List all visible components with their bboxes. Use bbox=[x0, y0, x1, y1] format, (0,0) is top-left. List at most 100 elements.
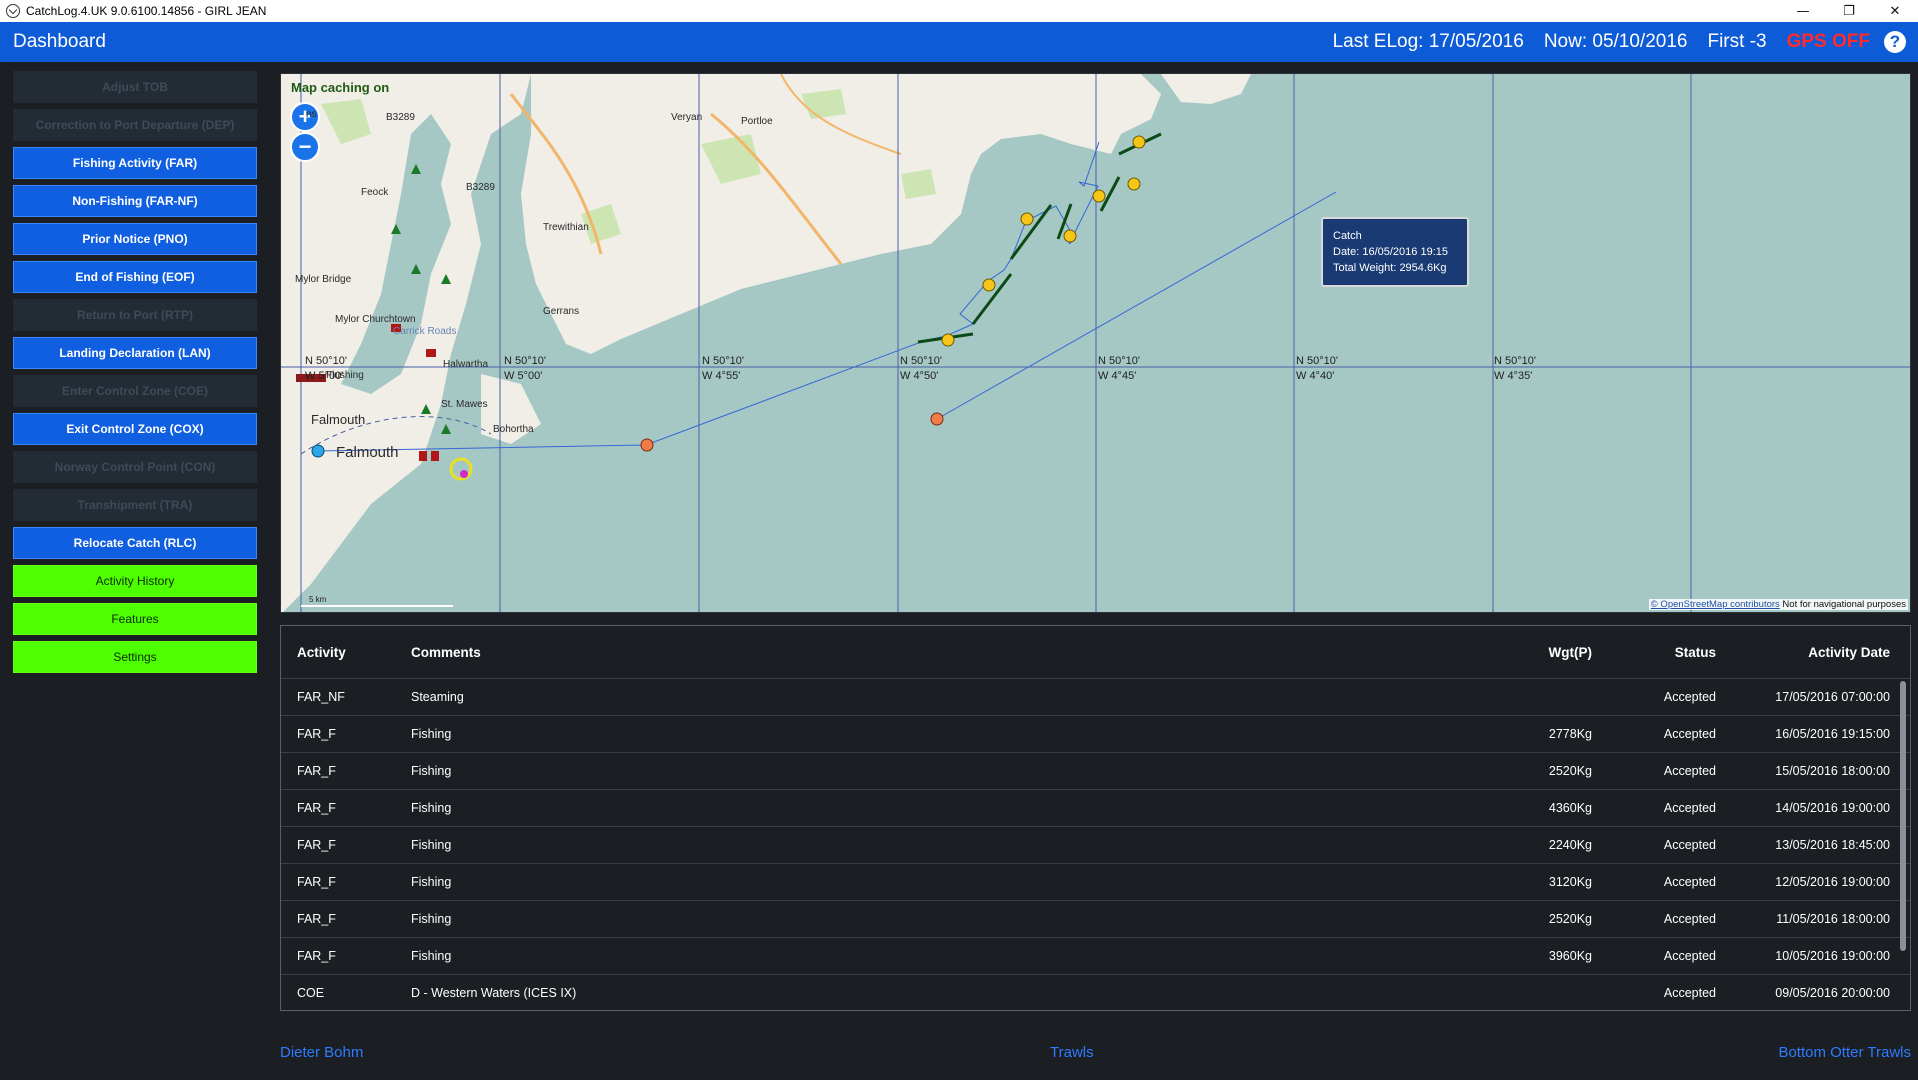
cell-status: Accepted bbox=[1663, 690, 1716, 704]
grid-label: N 50°10' W 4°55' bbox=[702, 355, 744, 382]
col-activity-header[interactable]: Activity bbox=[281, 645, 411, 660]
table-row[interactable]: COE D - Western Waters (ICES IX) Accepted 0… bbox=[281, 974, 1910, 1011]
tooltip-date: Date: 16/05/2016 19:15 bbox=[1333, 246, 1448, 258]
start-marker bbox=[311, 444, 325, 458]
features-button[interactable]: Features bbox=[13, 603, 257, 635]
cell-date: 11/05/2016 18:00:00 bbox=[1776, 912, 1890, 926]
gear-detail-label: Bottom Otter Trawls bbox=[1778, 1044, 1911, 1061]
map-view[interactable]: Map caching on + − B3289 B3289 Veryan Po… bbox=[280, 73, 1911, 613]
cell-date: 16/05/2016 19:15:00 bbox=[1775, 727, 1890, 741]
cell-activity: FAR_F bbox=[297, 801, 336, 815]
page-title: Dashboard bbox=[13, 31, 106, 52]
fishing-activity-button[interactable]: Fishing Activity (FAR) bbox=[13, 147, 257, 179]
table-row[interactable]: FAR_F Fishing 2520Kg Accepted 15/05/2016 18:… bbox=[281, 752, 1910, 789]
map-place-label: St. Mawes bbox=[441, 399, 488, 410]
table-row[interactable]: FAR_NF Steaming Accepted 17/05/2016 07:00:0… bbox=[281, 678, 1910, 715]
map-place-label: Bohortha bbox=[493, 424, 534, 435]
map-place-label: B3289 bbox=[386, 112, 415, 123]
settings-button[interactable]: Settings bbox=[13, 641, 257, 673]
first-label: First -3 bbox=[1707, 31, 1767, 52]
map-place-label: Trewithian bbox=[543, 222, 589, 233]
help-icon[interactable]: ? bbox=[1884, 31, 1906, 53]
col-status-header[interactable]: Status bbox=[1592, 645, 1716, 660]
grid-label: N 50°10' W 4°45' bbox=[1098, 355, 1140, 382]
map-attribution: © OpenStreetMap contributors Not for nav… bbox=[1648, 599, 1908, 610]
cell-comments: Fishing bbox=[411, 727, 452, 741]
table-row[interactable]: FAR_F Fishing 3120Kg Accepted 12/05/2016 19:… bbox=[281, 863, 1910, 900]
grid-label: N 50°10' W 5°00' bbox=[504, 355, 546, 382]
map-place-label: B3289 bbox=[466, 182, 495, 193]
non-fishing-button[interactable]: Non-Fishing (FAR-NF) bbox=[13, 185, 257, 217]
map-place-label: Falmouth bbox=[336, 444, 399, 461]
table-row[interactable]: FAR_F Fishing 4360Kg Accepted 14/05/2016 19:… bbox=[281, 789, 1910, 826]
cell-activity: FAR_F bbox=[297, 764, 336, 778]
close-button[interactable]: ✕ bbox=[1872, 0, 1918, 22]
cell-date: 17/05/2016 07:00:00 bbox=[1775, 690, 1890, 704]
cell-status: Accepted bbox=[1663, 949, 1716, 963]
footer: Dieter Bohm Trawls Bottom Otter Trawls bbox=[280, 1044, 1911, 1064]
grid-label: N 50°10' W 4°40' bbox=[1296, 355, 1338, 382]
lat-lon-grid bbox=[281, 74, 1910, 612]
gear-type-label: Trawls bbox=[1050, 1044, 1094, 1061]
zoom-out-button[interactable]: − bbox=[290, 132, 320, 162]
cell-date: 13/05/2016 18:45:00 bbox=[1775, 838, 1890, 852]
last-elog-label: Last ELog: 17/05/2016 bbox=[1332, 31, 1524, 52]
cell-wgt: 2240Kg bbox=[1548, 838, 1592, 852]
prior-notice-button[interactable]: Prior Notice (PNO) bbox=[13, 223, 257, 255]
cell-wgt: 3960Kg bbox=[1548, 949, 1592, 963]
cell-wgt: 3120Kg bbox=[1548, 875, 1592, 889]
cell-comments: Fishing bbox=[411, 949, 452, 963]
grid-label: N 50°10' W 4°35' bbox=[1494, 355, 1536, 382]
col-comments-header[interactable]: Comments bbox=[411, 645, 1472, 660]
osm-attribution-link[interactable]: © OpenStreetMap contributors bbox=[1651, 599, 1780, 610]
cell-comments: Fishing bbox=[411, 838, 452, 852]
map-place-label: Carrick Roads bbox=[393, 326, 457, 337]
nav-disclaimer: Not for navigational purposes bbox=[1779, 599, 1906, 610]
landing-declaration-button[interactable]: Landing Declaration (LAN) bbox=[13, 337, 257, 369]
correction-port-departure-button: Correction to Port Departure (DEP) bbox=[13, 109, 257, 141]
land-roseland bbox=[521, 74, 1161, 354]
table-scrollbar[interactable] bbox=[1900, 681, 1906, 951]
app-logo-icon bbox=[6, 4, 20, 18]
cell-activity: FAR_F bbox=[297, 727, 336, 741]
grid-label: N 50°10' W 4°50' bbox=[900, 355, 942, 382]
table-row[interactable]: FAR_F Fishing 3960Kg Accepted 10/05/2016 19:… bbox=[281, 937, 1910, 974]
table-row[interactable]: FAR_F Fishing 2778Kg Accepted 16/05/2016 19:… bbox=[281, 715, 1910, 752]
cell-comments: Steaming bbox=[411, 690, 464, 704]
table-row[interactable]: FAR_F Fishing 2240Kg Accepted 13/05/2016 18:… bbox=[281, 826, 1910, 863]
cell-wgt: 2520Kg bbox=[1548, 764, 1592, 778]
col-wgt-header[interactable]: Wgt(P) bbox=[1472, 645, 1592, 660]
sidebar: Adjust TOB Correction to Port Departure … bbox=[13, 71, 257, 679]
cell-comments: D - Western Waters (ICES IX) bbox=[411, 986, 577, 1000]
minimize-button[interactable]: — bbox=[1780, 0, 1826, 22]
cell-activity: FAR_NF bbox=[297, 690, 345, 704]
return-to-port-button: Return to Port (RTP) bbox=[13, 299, 257, 331]
relocate-catch-button[interactable]: Relocate Catch (RLC) bbox=[13, 527, 257, 559]
gps-status: GPS OFF bbox=[1786, 31, 1870, 52]
map-place-label: Falmouth bbox=[311, 412, 366, 427]
restore-button[interactable]: ❐ bbox=[1826, 0, 1872, 22]
cell-comments: Fishing bbox=[411, 912, 452, 926]
cell-status: Accepted bbox=[1663, 838, 1716, 852]
window-title: CatchLog.4.UK 9.0.6100.14856 - GIRL JEAN bbox=[26, 4, 267, 18]
window-controls: — ❐ ✕ bbox=[1780, 0, 1918, 22]
map-place-label: Halwartha bbox=[443, 359, 489, 370]
map-place-label: Portloe bbox=[741, 116, 773, 127]
app-header: Dashboard Last ELog: 17/05/2016 Now: 05/… bbox=[0, 22, 1918, 62]
cell-date: 10/05/2016 19:00:00 bbox=[1775, 949, 1890, 963]
end-of-fishing-button[interactable]: End of Fishing (EOF) bbox=[13, 261, 257, 293]
cell-date: 14/05/2016 19:00:00 bbox=[1775, 801, 1890, 815]
land-east-top bbox=[1161, 74, 1251, 104]
transhipment-button: Transhipment (TRA) bbox=[13, 489, 257, 521]
exit-control-zone-button[interactable]: Exit Control Zone (COX) bbox=[13, 413, 257, 445]
col-date-header[interactable]: Activity Date bbox=[1716, 645, 1910, 660]
cell-activity: FAR_F bbox=[297, 875, 336, 889]
activity-history-button[interactable]: Activity History bbox=[13, 565, 257, 597]
enter-control-zone-button: Enter Control Zone (COE) bbox=[13, 375, 257, 407]
table-row[interactable]: FAR_F Fishing 2520Kg Accepted 11/05/2016 18:… bbox=[281, 900, 1910, 937]
cell-comments: Fishing bbox=[411, 875, 452, 889]
table-header: Activity Comments Wgt(P) Status Activity… bbox=[281, 626, 1910, 678]
cell-wgt: 2520Kg bbox=[1548, 912, 1592, 926]
tooltip-title: Catch bbox=[1333, 230, 1362, 242]
map-place-label: Mylor Bridge bbox=[295, 274, 352, 285]
